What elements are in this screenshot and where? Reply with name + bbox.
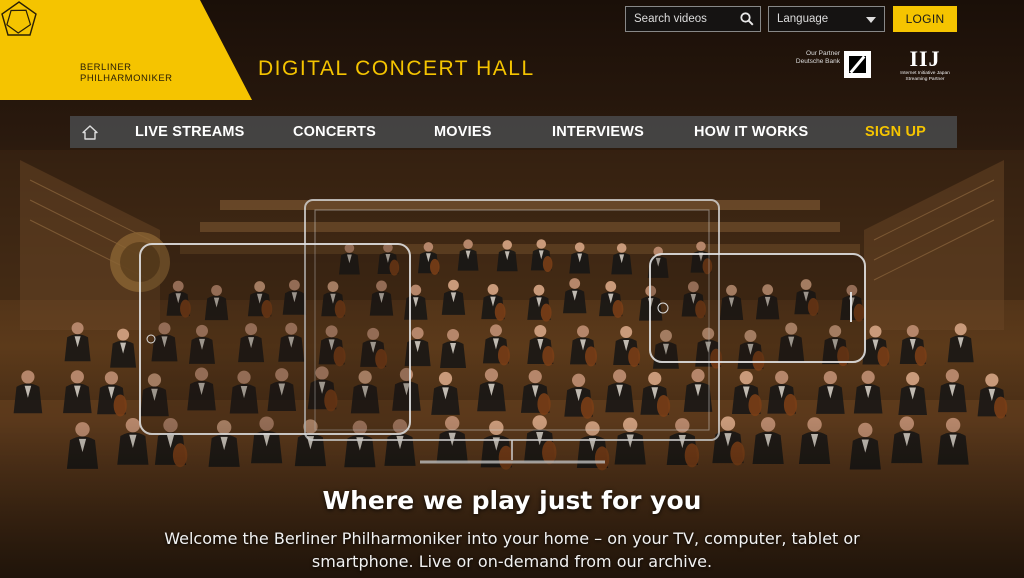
login-button[interactable]: LOGIN [893,6,957,32]
home-icon [82,124,98,140]
language-label: Language [777,13,829,25]
db-slash-icon [849,56,866,73]
nav-interviews[interactable]: INTERVIEWS [552,124,644,140]
iij-logo[interactable]: IIJ Internet Initiative Japan Streaming … [893,47,957,91]
search-box [625,6,761,32]
iij-line-2: Streaming Partner [905,77,945,82]
logo-wordmark: BERLINER PHILHARMONIKER [80,62,173,84]
nav-live-streams[interactable]: LIVE STREAMS [135,124,245,140]
hero-headline: Where we play just for you [322,486,702,515]
nav-concerts[interactable]: CONCERTS [293,124,376,140]
hero-subtext: Welcome the Berliner Philharmoniker into… [164,529,860,571]
home-button[interactable] [70,116,110,148]
partner-text: Our Partner Deutsche Bank [770,50,840,66]
iij-mark: IIJ [909,46,941,71]
brand-logo[interactable]: BERLINER PHILHARMONIKER [0,0,255,100]
nav-sign-up[interactable]: SIGN UP [865,124,926,140]
deutsche-bank-logo[interactable] [844,51,871,78]
partner-line-2: Deutsche Bank [795,58,840,65]
nav-movies[interactable]: MOVIES [434,124,492,140]
nav-how-it-works[interactable]: HOW IT WORKS [694,124,808,140]
pentagon-logo-icon [1,1,37,36]
logo-line-2: PHILHARMONIKER [80,73,173,84]
search-input[interactable] [626,7,734,31]
logo-line-1: BERLINER [80,62,132,73]
partner-line-1: Our Partner [806,50,840,57]
language-select[interactable]: Language [768,6,885,32]
chevron-down-icon [866,17,876,23]
logo-banner-shape [0,0,252,100]
site-title: DIGITAL CONCERT HALL [258,57,535,80]
main-nav: LIVE STREAMS CONCERTS MOVIES INTERVIEWS … [70,116,957,148]
search-icon[interactable] [740,12,754,26]
